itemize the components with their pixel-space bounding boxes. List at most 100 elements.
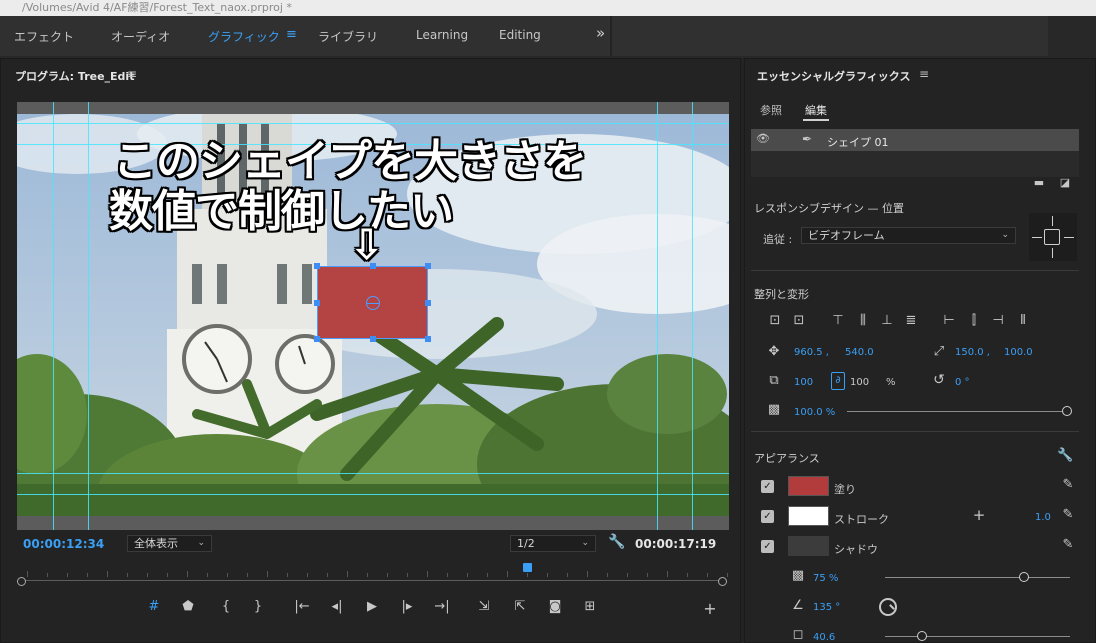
follow-select[interactable]: ビデオフレーム ⌄ (801, 227, 1016, 244)
double-chevron-right-icon[interactable]: » (596, 24, 610, 48)
current-timecode[interactable]: 00:00:12:34 (23, 537, 104, 551)
align-middle-icon[interactable]: ⫼ (855, 313, 871, 328)
resize-handle[interactable] (370, 263, 376, 269)
workspace-audio[interactable]: オーディオ (111, 28, 170, 45)
layer-list[interactable]: 👁 ✒ シェイプ 01 (751, 129, 1079, 177)
ruler-end-handle[interactable] (718, 577, 727, 586)
resize-handle[interactable] (314, 336, 320, 342)
pin-right-icon[interactable] (1064, 237, 1074, 238)
shadow-distance-slider-knob[interactable] (917, 631, 927, 641)
pin-bottom-icon[interactable] (1052, 248, 1053, 258)
mark-in-icon[interactable]: { (215, 599, 237, 614)
opacity-slider-knob[interactable] (1062, 406, 1072, 416)
program-monitor-title[interactable]: プログラム: Tree_Edit (15, 68, 134, 84)
panel-menu-icon[interactable]: ≡ (127, 67, 137, 81)
go-to-out-icon[interactable]: →| (431, 599, 453, 614)
shape-01[interactable] (314, 263, 431, 342)
step-forward-icon[interactable]: |▸ (396, 599, 418, 614)
pin-top-icon[interactable] (1052, 216, 1053, 226)
pin-left-icon[interactable] (1032, 237, 1042, 238)
eyedropper-icon[interactable]: ✎ (1060, 537, 1076, 552)
workspace-editing[interactable]: Editing (499, 28, 541, 42)
step-back-icon[interactable]: ◂| (326, 599, 348, 614)
distribute-vertical-icon[interactable]: ≣ (903, 313, 919, 328)
stroke-color-swatch[interactable] (788, 506, 829, 526)
eyedropper-icon[interactable]: ✎ (1060, 507, 1076, 522)
shadow-distance-slider[interactable] (885, 636, 1070, 637)
align-vertical-center-icon[interactable]: ⊡ (767, 313, 783, 328)
workspace-libraries[interactable]: ライブラリ (318, 28, 378, 45)
align-top-icon[interactable]: ⊤ (830, 313, 846, 328)
anchor-point-icon[interactable] (366, 296, 380, 310)
tab-browse[interactable]: 参照 (760, 102, 782, 118)
align-horizontal-center-icon[interactable]: ⊡ (791, 313, 807, 328)
align-left-icon[interactable]: ⊢ (941, 313, 957, 328)
shadow-opacity-slider[interactable] (885, 577, 1070, 578)
fill-color-swatch[interactable] (788, 476, 829, 496)
resize-handle[interactable] (314, 263, 320, 269)
pin-to-widget[interactable] (1029, 213, 1077, 261)
shadow-checkbox[interactable]: ✓ (761, 540, 774, 553)
rotation-value[interactable]: 0 ° (955, 377, 970, 388)
eye-icon[interactable]: 👁 (755, 132, 771, 145)
playhead-marker[interactable] (523, 563, 532, 572)
mark-out-icon[interactable]: } (247, 599, 269, 614)
stroke-width[interactable]: 1.0 (1035, 512, 1051, 523)
position-y[interactable]: 540.0 (845, 347, 874, 358)
eyedropper-icon[interactable]: ✎ (1060, 477, 1076, 492)
resize-handle[interactable] (425, 300, 431, 306)
shadow-opacity-value[interactable]: 75 % (813, 573, 838, 584)
resolution-select[interactable]: 1/2 ⌄ (510, 535, 596, 552)
opacity-slider[interactable] (847, 411, 1067, 412)
shadow-angle-dial[interactable] (879, 598, 897, 616)
shadow-opacity-slider-knob[interactable] (1018, 572, 1029, 582)
resize-handle[interactable] (425, 263, 431, 269)
go-to-in-icon[interactable]: |← (291, 599, 313, 614)
shadow-angle-value[interactable]: 135 ° (813, 602, 840, 613)
layer-row[interactable]: 👁 ✒ シェイプ 01 (751, 129, 1079, 151)
time-ruler[interactable] (17, 567, 729, 586)
add-stroke-icon[interactable]: + (971, 506, 987, 524)
program-viewer[interactable]: このシェイプを大きさを 数値で制御したい ⇩ (17, 102, 729, 530)
pin-center-icon[interactable] (1044, 229, 1060, 245)
add-button-icon[interactable]: + (699, 599, 721, 618)
shadow-color-swatch[interactable] (788, 536, 829, 556)
tab-edit[interactable]: 編集 (805, 102, 827, 118)
comparison-view-icon[interactable]: ⊞ (579, 599, 601, 614)
scale-width[interactable]: 100 (794, 377, 813, 388)
camera-icon[interactable]: ◙ (544, 599, 566, 614)
link-scale-icon[interactable]: ∂ (831, 372, 845, 390)
scale-height[interactable]: 100 (850, 377, 869, 388)
shadow-distance-value[interactable]: 40.6 (813, 632, 835, 643)
panel-menu-icon[interactable]: ≡ (919, 67, 929, 81)
workspace-effects[interactable]: エフェクト (14, 28, 74, 45)
align-center-icon[interactable]: ⫿ (966, 313, 982, 328)
wrench-icon[interactable]: 🔧 (608, 534, 625, 550)
anchor-y[interactable]: 100.0 (1004, 347, 1033, 358)
hamburger-icon[interactable]: ≡ (286, 27, 297, 42)
resize-handle[interactable] (425, 336, 431, 342)
grid-icon[interactable]: # (143, 599, 165, 614)
resize-handle[interactable] (314, 300, 320, 306)
lift-icon[interactable]: ⇲ (473, 599, 495, 614)
essential-graphics-title[interactable]: エッセンシャルグラフィックス (757, 68, 910, 84)
resize-handle[interactable] (370, 336, 376, 342)
opacity-value[interactable]: 100.0 % (794, 407, 835, 418)
add-marker-icon[interactable]: ⬟ (177, 599, 199, 614)
fill-checkbox[interactable]: ✓ (761, 480, 774, 493)
wrench-icon[interactable]: 🔧 (1057, 448, 1073, 463)
anchor-x[interactable]: 150.0 , (955, 347, 990, 358)
folder-icon[interactable]: ▬ (1031, 176, 1047, 189)
distribute-horizontal-icon[interactable]: ⦀ (1015, 313, 1031, 328)
align-bottom-icon[interactable]: ⊥ (879, 313, 895, 328)
new-item-icon[interactable]: ◪ (1057, 176, 1073, 189)
stroke-checkbox[interactable]: ✓ (761, 510, 774, 523)
fit-zoom-select[interactable]: 全体表示 ⌄ (127, 535, 212, 552)
align-right-icon[interactable]: ⊣ (990, 313, 1006, 328)
extract-icon[interactable]: ⇱ (509, 599, 531, 614)
ruler-start-handle[interactable] (17, 577, 26, 586)
workspace-learning[interactable]: Learning (416, 28, 468, 42)
play-icon[interactable]: ▶ (361, 599, 383, 614)
position-x[interactable]: 960.5 , (794, 347, 829, 358)
workspace-graphics[interactable]: グラフィック (208, 28, 280, 45)
